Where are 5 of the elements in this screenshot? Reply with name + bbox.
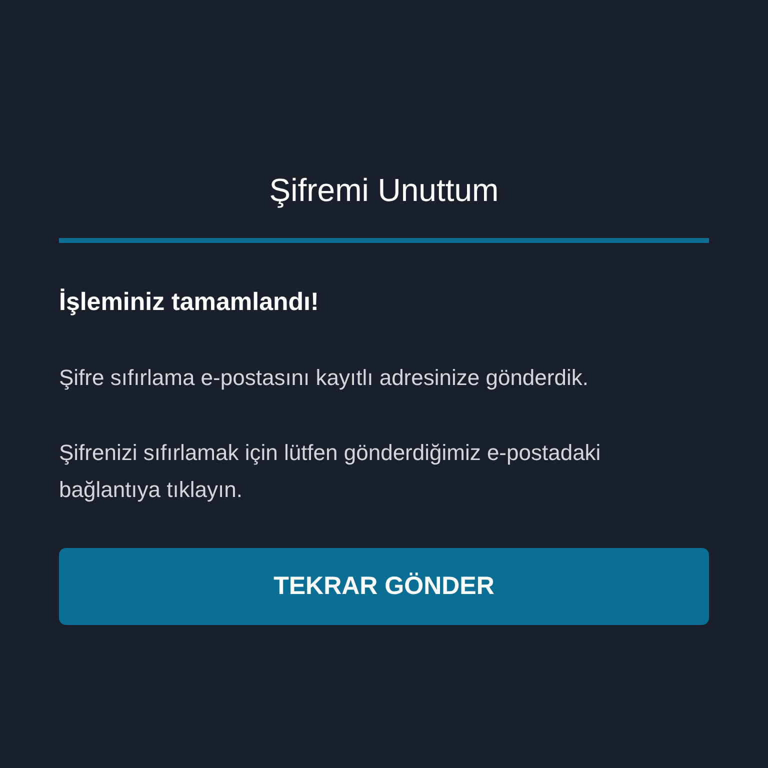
info-paragraph: Şifre sıfırlama e-postasını kayıtlı adresinize gönderdik. [59, 364, 590, 392]
resend-button[interactable]: TEKRAR GÖNDER [59, 548, 709, 625]
success-heading: İşleminiz tamamlandı! [59, 287, 319, 318]
page-title: Şifremi Unuttum [269, 171, 499, 210]
info-paragraph: Şifrenizi sıfırlamak için lütfen gönderdiğimiz e-postadaki bağlantıya tıklayın. [59, 439, 602, 504]
